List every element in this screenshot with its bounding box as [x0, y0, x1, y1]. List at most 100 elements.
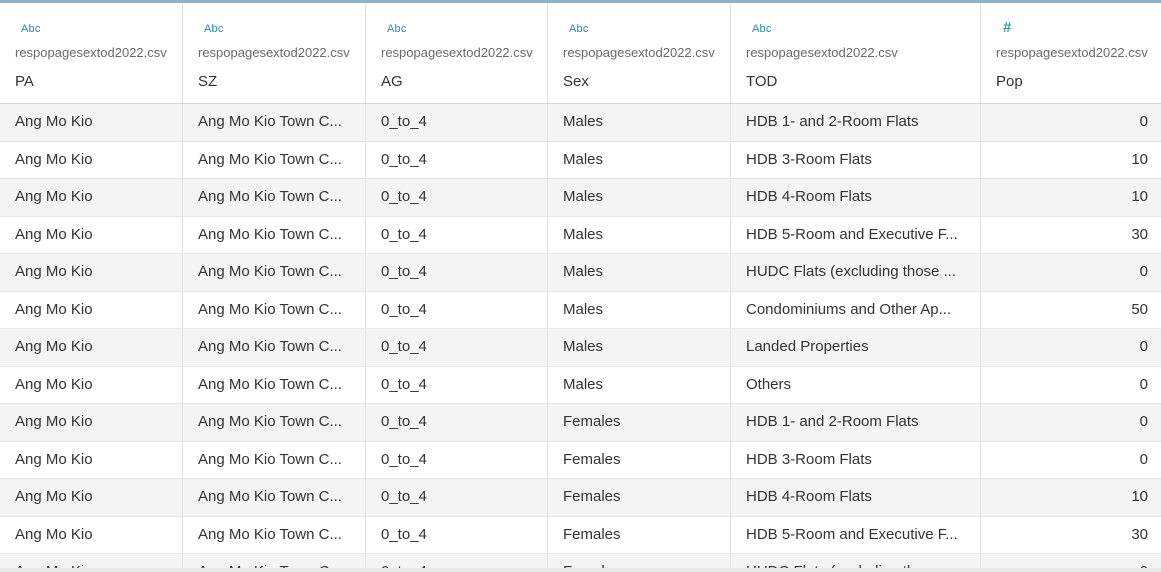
table-cell-pa[interactable]: Ang Mo Kio	[0, 366, 183, 403]
table-cell-tod[interactable]: HDB 4-Room Flats	[731, 179, 981, 216]
string-type-icon[interactable]: Abc	[204, 23, 224, 35]
table-cell-sz[interactable]: Ang Mo Kio Town C...	[183, 479, 366, 516]
string-type-icon[interactable]: Abc	[569, 23, 589, 35]
table-cell-pa[interactable]: Ang Mo Kio	[0, 441, 183, 478]
table-cell-tod[interactable]: Condominiums and Other Ap...	[731, 291, 981, 328]
table-cell-sz[interactable]: Ang Mo Kio Town C...	[183, 104, 366, 141]
column-header-sex[interactable]: Abc respopagesextod2022.csv Sex	[548, 3, 731, 103]
table-cell-ag[interactable]: 0_to_4	[366, 104, 548, 141]
table-row[interactable]: Ang Mo Kio Ang Mo Kio Town C... 0_to_4 Male…	[0, 141, 1161, 179]
table-cell-pa[interactable]: Ang Mo Kio	[0, 404, 183, 441]
table-cell-tod[interactable]: HDB 5-Room and Executive F...	[731, 516, 981, 553]
table-cell-tod[interactable]: HDB 1- and 2-Room Flats	[731, 104, 981, 141]
table-cell-sz[interactable]: Ang Mo Kio Town C...	[183, 141, 366, 178]
table-cell-ag[interactable]: 0_to_4	[366, 441, 548, 478]
table-cell-sex[interactable]: Females	[548, 479, 731, 516]
table-cell-sex[interactable]: Females	[548, 441, 731, 478]
column-header-tod[interactable]: Abc respopagesextod2022.csv TOD	[731, 3, 981, 103]
table-cell-sex[interactable]: Males	[548, 329, 731, 366]
string-type-icon[interactable]: Abc	[387, 23, 407, 35]
table-cell-sz[interactable]: Ang Mo Kio Town C...	[183, 366, 366, 403]
table-cell-sex[interactable]: Females	[548, 516, 731, 553]
table-cell-pa[interactable]: Ang Mo Kio	[0, 254, 183, 291]
table-cell-ag[interactable]: 0_to_4	[366, 216, 548, 253]
table-cell-pop[interactable]: 10	[981, 479, 1161, 516]
table-cell-pa[interactable]: Ang Mo Kio	[0, 216, 183, 253]
table-cell-pop[interactable]: 0	[981, 104, 1161, 141]
table-cell-pop[interactable]: 50	[981, 292, 1161, 329]
table-cell-pop[interactable]: 0	[981, 404, 1161, 441]
table-cell-tod[interactable]: HDB 1- and 2-Room Flats	[731, 404, 981, 441]
table-cell-pa[interactable]: Ang Mo Kio	[0, 479, 183, 516]
column-header-ag[interactable]: Abc respopagesextod2022.csv AG	[366, 3, 548, 103]
table-cell-ag[interactable]: 0_to_4	[366, 404, 548, 441]
table-cell-ag[interactable]: 0_to_4	[366, 329, 548, 366]
table-cell-sz[interactable]: Ang Mo Kio Town C...	[183, 291, 366, 328]
table-cell-ag[interactable]: 0_to_4	[366, 141, 548, 178]
column-name[interactable]: PA	[15, 73, 34, 90]
table-cell-sex[interactable]: Males	[548, 291, 731, 328]
table-cell-pop[interactable]: 30	[981, 217, 1161, 254]
table-cell-ag[interactable]: 0_to_4	[366, 479, 548, 516]
table-cell-tod[interactable]: Others	[731, 366, 981, 403]
table-cell-sz[interactable]: Ang Mo Kio Town C...	[183, 329, 366, 366]
table-cell-tod[interactable]: HDB 3-Room Flats	[731, 141, 981, 178]
string-type-icon[interactable]: Abc	[752, 23, 772, 35]
table-cell-pop[interactable]: 0	[981, 254, 1161, 291]
table-cell-pa[interactable]: Ang Mo Kio	[0, 329, 183, 366]
table-cell-sex[interactable]: Males	[548, 104, 731, 141]
table-cell-tod[interactable]: HDB 5-Room and Executive F...	[731, 216, 981, 253]
table-cell-tod[interactable]: Landed Properties	[731, 329, 981, 366]
table-cell-sz[interactable]: Ang Mo Kio Town C...	[183, 441, 366, 478]
table-cell-sex[interactable]: Males	[548, 366, 731, 403]
column-header-sz[interactable]: Abc respopagesextod2022.csv SZ	[183, 3, 366, 103]
table-cell-pa[interactable]: Ang Mo Kio	[0, 104, 183, 141]
table-row[interactable]: Ang Mo KioAng Mo Kio Town C...0_to_4Fema…	[0, 441, 1161, 479]
table-cell-sz[interactable]: Ang Mo Kio Town C...	[183, 404, 366, 441]
table-cell-pop[interactable]: 0	[981, 442, 1161, 479]
table-cell-sz[interactable]: Ang Mo Kio Town C...	[183, 516, 366, 553]
table-row[interactable]: Ang Mo Kio Ang Mo Kio Town C... 0_to_4 Male…	[0, 366, 1161, 404]
table-cell-sex[interactable]: Males	[548, 141, 731, 178]
string-type-icon[interactable]: Abc	[21, 23, 41, 35]
table-cell-ag[interactable]: 0_to_4	[366, 254, 548, 291]
number-type-icon[interactable]: #	[1003, 19, 1012, 36]
table-row[interactable]: Ang Mo Kio Ang Mo Kio Town C... 0_to_4 Male…	[0, 216, 1161, 254]
column-header-pa[interactable]: Abc respopagesextod2022.csv PA	[0, 3, 183, 103]
column-name[interactable]: Sex	[563, 73, 589, 90]
table-cell-sex[interactable]: Males	[548, 179, 731, 216]
table-cell-tod[interactable]: HDB 3-Room Flats	[731, 441, 981, 478]
table-cell-sex[interactable]: Males	[548, 254, 731, 291]
column-name[interactable]: Pop	[996, 73, 1023, 90]
table-cell-ag[interactable]: 0_to_4	[366, 291, 548, 328]
table-cell-tod[interactable]: HUDC Flats (excluding those ...	[731, 254, 981, 291]
table-cell-tod[interactable]: HDB 4-Room Flats	[731, 479, 981, 516]
horizontal-scrollbar[interactable]	[0, 568, 1161, 572]
table-cell-pop[interactable]: 10	[981, 142, 1161, 179]
column-header-pop[interactable]: # respopagesextod2022.csv Pop	[981, 3, 1161, 103]
table-row[interactable]: Ang Mo Kio Ang Mo Kio Town C... 0_to_4 Male…	[0, 329, 1161, 367]
table-cell-pop[interactable]: 10	[981, 179, 1161, 216]
table-row[interactable]: Ang Mo KioAng Mo Kio Town C...0_to_4Fema…	[0, 479, 1161, 517]
table-cell-sz[interactable]: Ang Mo Kio Town C...	[183, 254, 366, 291]
table-row[interactable]: Ang Mo Kio Ang Mo Kio Town C... 0_to_4 Male…	[0, 179, 1161, 217]
table-cell-pop[interactable]: 0	[981, 367, 1161, 404]
table-cell-pop[interactable]: 30	[981, 517, 1161, 554]
table-cell-ag[interactable]: 0_to_4	[366, 366, 548, 403]
table-row[interactable]: Ang Mo KioAng Mo Kio Town C...0_to_4Fema…	[0, 516, 1161, 554]
table-cell-sex[interactable]: Males	[548, 216, 731, 253]
table-cell-ag[interactable]: 0_to_4	[366, 179, 548, 216]
table-row[interactable]: Ang Mo KioAng Mo Kio Town C...0_to_4Fema…	[0, 404, 1161, 442]
table-cell-sz[interactable]: Ang Mo Kio Town C...	[183, 216, 366, 253]
table-cell-pop[interactable]: 0	[981, 329, 1161, 366]
column-name[interactable]: AG	[381, 73, 403, 90]
table-row[interactable]: Ang Mo Kio Ang Mo Kio Town C... 0_to_4 Male…	[0, 291, 1161, 329]
table-row[interactable]: Ang Mo Kio Ang Mo Kio Town C... 0_to_4 Male…	[0, 254, 1161, 292]
table-cell-ag[interactable]: 0_to_4	[366, 516, 548, 553]
table-cell-pa[interactable]: Ang Mo Kio	[0, 179, 183, 216]
column-name[interactable]: SZ	[198, 73, 217, 90]
table-row[interactable]: Ang Mo Kio Ang Mo Kio Town C... 0_to_4 Male…	[0, 104, 1161, 142]
column-name[interactable]: TOD	[746, 73, 777, 90]
table-cell-sz[interactable]: Ang Mo Kio Town C...	[183, 179, 366, 216]
table-cell-pa[interactable]: Ang Mo Kio	[0, 141, 183, 178]
